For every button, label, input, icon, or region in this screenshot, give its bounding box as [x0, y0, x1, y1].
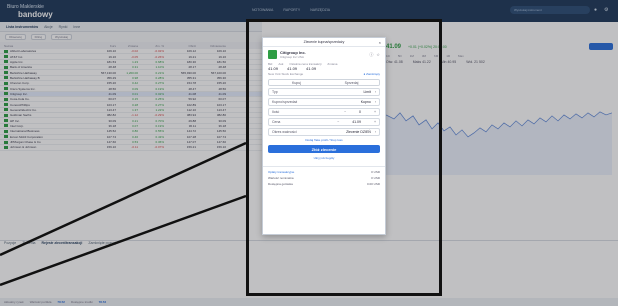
field-label: Typ [272, 90, 278, 94]
fee-value: 0 USD [371, 170, 380, 174]
plus-icon[interactable]: + [374, 110, 376, 114]
field-label: Ilość [272, 110, 280, 114]
fee-label: Dostępna gotówka [268, 182, 293, 186]
close-icon[interactable]: × [379, 40, 381, 45]
field-value: Limit [363, 90, 371, 94]
chevron-right-icon: › [374, 100, 376, 104]
fee-value: 0 USD [371, 176, 380, 180]
plus-icon[interactable]: + [374, 120, 376, 124]
minus-icon[interactable]: − [344, 110, 346, 114]
bid-value: 41.09 [268, 66, 279, 71]
field-label: Kupno/sprzedaż [272, 100, 298, 104]
hide-details-link[interactable]: Ukryj szczegóły [268, 156, 380, 160]
last-value: 41.09 [306, 66, 317, 71]
price-stepper: Cena − 41.09 + [268, 118, 380, 126]
validity-select[interactable]: Okres ważności Zlecenie DZIEŃ › [268, 128, 380, 136]
field-value: Zlecenie DZIEŃ [346, 130, 371, 134]
ask-label: Ask [278, 62, 284, 66]
side-select[interactable]: Kupno/sprzedaż Kupno › [268, 98, 380, 106]
fee-label[interactable]: Opłaty transakcyjne [268, 170, 294, 174]
fee-value: 0.00 USD [366, 182, 380, 186]
order-modal: Zlecenie kupna/sprzedaży × Citigroup Inc… [262, 37, 386, 235]
field-value: Kupno [360, 100, 371, 104]
fees-section: Opłaty transakcyjne 0 USD Wartość nominal… [263, 166, 385, 189]
side-toggle: Kupuj Sprzedaj [268, 79, 380, 86]
minus-icon[interactable]: − [337, 120, 339, 124]
chevron-right-icon: › [374, 90, 376, 94]
buy-tab[interactable]: Kupuj [269, 80, 324, 85]
market-row: New York Stock Exchange ● Zamknięty [263, 71, 385, 78]
modal-header: Zlecenie kupna/sprzedaży × [263, 38, 385, 47]
fee-label: Wartość nominalna [268, 176, 294, 180]
quantity-input[interactable]: 0 [359, 110, 361, 114]
field-label: Okres ważności [272, 130, 297, 134]
info-icon[interactable]: ⓘ [369, 52, 373, 58]
chevron-right-icon: › [374, 130, 376, 134]
instrument-header: Citigroup Inc. Citigroup Inc USA ⓘ ☆ [263, 47, 385, 60]
change-label: Zmiana [327, 62, 338, 66]
star-icon[interactable]: ☆ [376, 52, 380, 58]
price-input[interactable]: 41.09 [352, 120, 361, 124]
market-name: New York Stock Exchange [268, 72, 304, 76]
sell-tab[interactable]: Sprzedaj [324, 80, 379, 85]
field-label: Cena [272, 120, 281, 124]
order-type-select[interactable]: Typ Limit › [268, 88, 380, 96]
submit-order-button[interactable]: Złóż zlecenie [268, 145, 380, 153]
market-status: ● Zamknięty [363, 72, 380, 76]
instrument-subtitle: Citigroup Inc USA [280, 55, 304, 59]
modal-title: Zlecenie kupna/sprzedaży [303, 40, 345, 44]
ask-value: 41.09 [287, 66, 298, 71]
fee-row: Dostępna gotówka 0.00 USD [268, 181, 380, 187]
quantity-stepper: Ilość − 0 + [268, 108, 380, 116]
take-profit-link[interactable]: Dodaj Take profit / Stop loss [268, 138, 380, 142]
instrument-logo [268, 50, 277, 59]
